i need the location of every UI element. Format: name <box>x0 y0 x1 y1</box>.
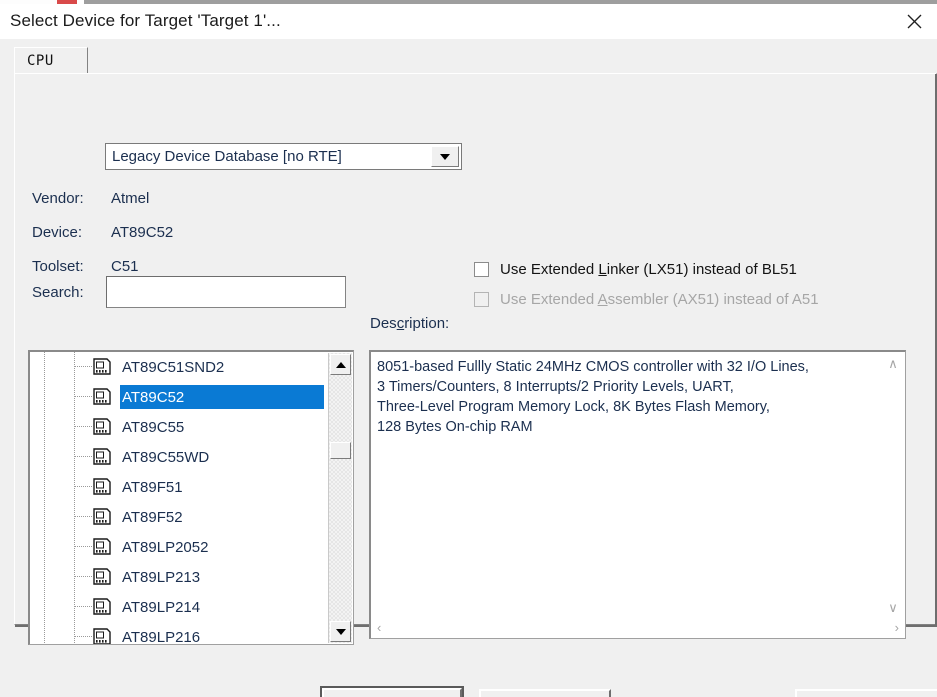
chip-icon <box>93 598 111 615</box>
tree-connector <box>75 426 93 427</box>
vendor-value: Atmel <box>111 190 150 207</box>
device-database-dropdown-button[interactable] <box>431 146 459 167</box>
device-list-item[interactable]: AT89C55 <box>30 412 326 442</box>
search-box[interactable] <box>106 276 346 308</box>
device-list[interactable]: AT89C51SND2 AT89C52 AT89C55 AT89C55WD AT89F5… <box>28 350 354 645</box>
chip-icon <box>93 508 111 525</box>
chevron-down-icon <box>440 153 450 160</box>
close-icon <box>907 14 921 29</box>
device-database-value: Legacy Device Database [no RTE] <box>112 148 342 165</box>
tree-connector <box>75 576 93 577</box>
device-list-item[interactable]: AT89F51 <box>30 472 326 502</box>
device-list-item-label: AT89LP214 <box>122 598 201 616</box>
device-list-item[interactable]: AT89F52 <box>30 502 326 532</box>
triangle-down-icon <box>335 628 346 635</box>
tree-connector <box>75 636 93 637</box>
device-list-item-label: AT89F52 <box>122 508 183 526</box>
tab-strip: CPU <box>14 47 937 74</box>
device-list-item[interactable]: AT89C51SND2 <box>30 352 326 382</box>
use-extended-assembler-row: Use Extended Assembler (AX51) instead of… <box>474 291 819 308</box>
tree-connector <box>75 516 93 517</box>
toolset-label: Toolset: <box>32 258 84 275</box>
device-list-item[interactable]: AT89LP216 <box>30 622 326 645</box>
tree-connector <box>75 366 93 367</box>
device-list-item[interactable]: AT89LP2052 <box>30 532 326 562</box>
device-list-scrollbar[interactable] <box>328 353 352 643</box>
chip-icon <box>93 628 111 644</box>
chevron-up-icon[interactable]: ∧ <box>883 353 903 374</box>
title-bar: Select Device for Target 'Target 1'... <box>0 4 937 39</box>
chip-icon <box>93 538 111 555</box>
device-list-item-label: AT89C52 <box>122 388 185 406</box>
device-list-item-label: AT89LP216 <box>122 628 201 645</box>
chip-icon <box>93 478 111 495</box>
device-list-scroll-thumb[interactable] <box>330 442 351 459</box>
chip-icon <box>93 388 111 405</box>
chevron-down-icon[interactable]: ∨ <box>883 597 903 618</box>
use-extended-assembler-checkbox <box>474 292 489 307</box>
device-list-item-label: AT89C55 <box>122 418 185 436</box>
tree-connector <box>75 456 93 457</box>
device-list-scroll-down-button[interactable] <box>330 621 351 642</box>
use-extended-linker-label: Use Extended Linker (LX51) instead of BL… <box>500 261 797 278</box>
chip-icon <box>93 418 111 435</box>
device-database-combobox[interactable]: Legacy Device Database [no RTE] <box>105 143 462 170</box>
use-extended-linker-checkbox[interactable] <box>474 262 489 277</box>
search-label: Search: <box>32 284 84 301</box>
chip-icon <box>93 358 111 375</box>
chip-icon <box>93 598 111 615</box>
device-list-item[interactable]: AT89LP214 <box>30 592 326 622</box>
chip-icon <box>93 448 111 465</box>
tree-connector <box>75 396 93 397</box>
tab-cpu-label: CPU <box>27 53 54 69</box>
description-text: 8051-based Fullly Static 24MHz CMOS cont… <box>377 359 809 435</box>
use-extended-linker-row[interactable]: Use Extended Linker (LX51) instead of BL… <box>474 261 797 278</box>
dialog-body: CPU Legacy Device Database [no RTE] Vend… <box>0 39 937 697</box>
device-list-item-label: AT89LP213 <box>122 568 201 586</box>
help-button[interactable]: Help <box>795 689 937 697</box>
vendor-label: Vendor: <box>32 190 84 207</box>
chip-icon <box>93 418 111 435</box>
description-label: Description: <box>370 315 450 332</box>
device-list-item[interactable]: AT89C52 <box>30 382 326 412</box>
device-list-item-label: AT89LP2052 <box>122 538 209 556</box>
tab-cpu[interactable]: CPU <box>14 47 88 74</box>
device-list-rows: AT89C51SND2 AT89C52 AT89C55 AT89C55WD AT89F5… <box>30 352 326 645</box>
search-input[interactable] <box>107 277 345 307</box>
use-extended-assembler-label: Use Extended Assembler (AX51) instead of… <box>500 291 819 308</box>
chip-icon <box>93 628 111 644</box>
device-list-item[interactable]: AT89LP213 <box>30 562 326 592</box>
device-label: Device: <box>32 224 83 241</box>
chip-icon <box>93 388 111 405</box>
chip-icon <box>93 448 111 465</box>
close-button[interactable] <box>891 4 937 39</box>
chip-icon <box>93 508 111 525</box>
device-list-item[interactable]: AT89C55WD <box>30 442 326 472</box>
tree-connector <box>75 606 93 607</box>
chip-icon <box>93 568 111 585</box>
triangle-up-icon <box>335 361 346 368</box>
description-vertical-scrollbar[interactable]: ∧ ∨ <box>882 353 904 618</box>
device-list-scroll-up-button[interactable] <box>330 354 351 375</box>
chip-icon <box>93 358 111 375</box>
device-list-item-label: AT89F51 <box>122 478 183 496</box>
select-device-dialog: Select Device for Target 'Target 1'... C… <box>0 0 937 697</box>
device-list-item-label: AT89C55WD <box>122 448 210 466</box>
device-list-item-label: AT89C51SND2 <box>122 358 225 376</box>
description-horizontal-scrollbar[interactable]: ‹ › <box>372 617 904 637</box>
tree-connector <box>75 486 93 487</box>
chip-icon <box>93 568 111 585</box>
description-box: 8051-based Fullly Static 24MHz CMOS cont… <box>369 350 906 639</box>
chip-icon <box>93 478 111 495</box>
chevron-left-icon[interactable]: ‹ <box>372 617 386 638</box>
toolset-value: C51 <box>111 258 139 275</box>
device-value: AT89C52 <box>111 224 174 241</box>
window-title: Select Device for Target 'Target 1'... <box>10 11 281 30</box>
chevron-right-icon[interactable]: › <box>890 617 904 638</box>
cancel-button[interactable]: Cancel <box>479 689 611 697</box>
tree-connector <box>75 546 93 547</box>
ok-button[interactable]: OK <box>320 686 464 697</box>
chip-icon <box>93 538 111 555</box>
